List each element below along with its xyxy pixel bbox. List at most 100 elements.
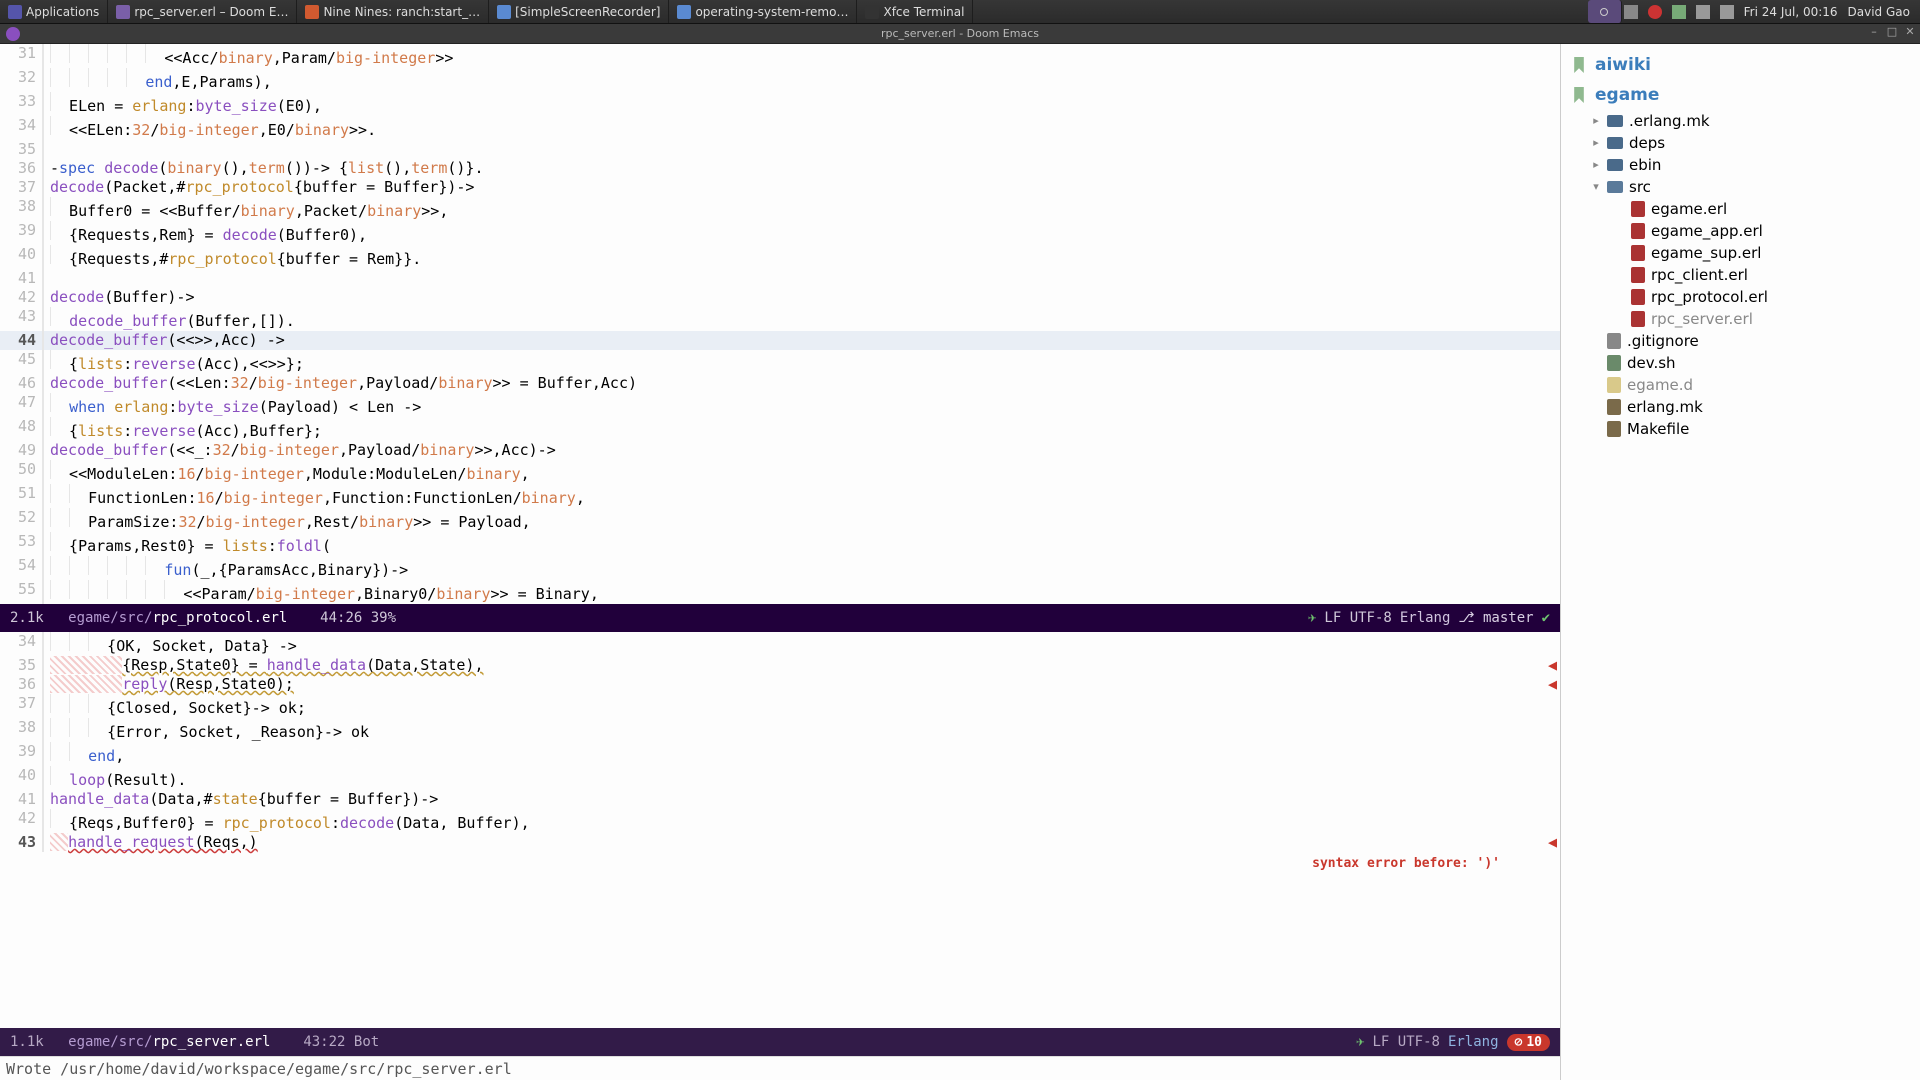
app-icon (497, 5, 511, 19)
tree-file[interactable]: rpc_protocol.erl (1569, 286, 1916, 308)
buffer-size: 1.1k (10, 1034, 44, 1050)
window-title: operating-system-remo… (695, 5, 848, 19)
file-icon (1607, 377, 1621, 393)
code-line[interactable]: 34 <<ELen:32/big-integer,E0/binary>>. (0, 116, 1560, 140)
code-line[interactable]: 42 {Reqs,Buffer0} = rpc_protocol:decode(… (0, 809, 1560, 833)
code-line[interactable]: 32 end,E,Params), (0, 68, 1560, 92)
flycheck-error-count[interactable]: ⊘ 10 (1507, 1034, 1550, 1051)
code-line[interactable]: 35 {Resp,State0} = handle_data(Data,Stat… (0, 656, 1560, 675)
maximize-button[interactable]: □ (1886, 26, 1898, 38)
tree-file[interactable]: egame.d (1569, 374, 1916, 396)
record-icon[interactable] (1648, 5, 1662, 19)
code-line[interactable]: 53 {Params,Rest0} = lists:foldl( (0, 532, 1560, 556)
tree-project-root[interactable]: aiwiki (1569, 50, 1916, 80)
code-line[interactable]: 37decode(Packet,#rpc_protocol{buffer = B… (0, 178, 1560, 197)
tree-label: erlang.mk (1627, 396, 1703, 418)
code-line[interactable]: 43 decode_buffer(Buffer,[]). (0, 307, 1560, 331)
buffer-rpc-server[interactable]: 34 {OK, Socket, Data} ->35 {Resp,State0}… (0, 632, 1560, 1056)
workspace-switcher[interactable] (1588, 0, 1622, 23)
applications-menu[interactable]: Applications (0, 0, 108, 23)
treemacs-sidebar[interactable]: aiwikiegame▸.erlang.mk▸deps▸ebin▾srcegam… (1560, 44, 1920, 1080)
code-line[interactable]: 35 (0, 140, 1560, 159)
code-line[interactable]: 50 <<ModuleLen:16/big-integer,Module:Mod… (0, 460, 1560, 484)
tree-file[interactable]: egame_app.erl (1569, 220, 1916, 242)
code-line[interactable]: 38 {Error, Socket, _Reason}-> ok (0, 718, 1560, 742)
window-title: rpc_server.erl – Doom E… (134, 5, 288, 19)
tree-file[interactable]: .gitignore (1569, 330, 1916, 352)
window-title: [SimpleScreenRecorder] (515, 5, 660, 19)
buffer-path: egame/src/rpc_server.erl (68, 1034, 270, 1050)
chevron-icon: ▸ (1591, 132, 1601, 154)
minimize-button[interactable]: – (1868, 26, 1880, 38)
file-icon (1607, 333, 1621, 349)
code-line[interactable]: 43 handle_request(Reqs,)◀ (0, 833, 1560, 852)
file-icon (1631, 245, 1645, 261)
tree-file[interactable]: egame.erl (1569, 198, 1916, 220)
code-line[interactable]: 31 <<Acc/binary,Param/big-integer>> (0, 44, 1560, 68)
code-line[interactable]: 44decode_buffer(<<>>,Acc) -> (0, 331, 1560, 350)
tree-folder[interactable]: ▾src (1569, 176, 1916, 198)
tree-label: dev.sh (1627, 352, 1676, 374)
tree-label: rpc_server.erl (1651, 308, 1753, 330)
tree-project-root[interactable]: egame (1569, 80, 1916, 110)
code-line[interactable]: 39 {Requests,Rem} = decode(Buffer0), (0, 221, 1560, 245)
bookmark-icon (1571, 87, 1587, 103)
tree-folder[interactable]: ▸ebin (1569, 154, 1916, 176)
minibuffer[interactable]: Wrote /usr/home/david/workspace/egame/sr… (0, 1056, 1560, 1080)
encoding: LF UTF-8 (1373, 1034, 1440, 1050)
taskbar-window-button[interactable]: operating-system-remo… (669, 0, 857, 23)
code-line[interactable]: 36-spec decode(binary(),term())-> {list(… (0, 159, 1560, 178)
code-line[interactable]: 47 when erlang:byte_size(Payload) < Len … (0, 393, 1560, 417)
code-line[interactable]: 38 Buffer0 = <<Buffer/binary,Packet/bina… (0, 197, 1560, 221)
buffer-rpc-protocol[interactable]: 31 <<Acc/binary,Param/big-integer>>32 en… (0, 44, 1560, 632)
code-line[interactable]: 45 {lists:reverse(Acc),<<>>}; (0, 350, 1560, 374)
taskbar-window-button[interactable]: Xfce Terminal (857, 0, 973, 23)
clock[interactable]: Fri 24 Jul, 00:16 (1744, 5, 1838, 19)
tree-file[interactable]: rpc_server.erl (1569, 308, 1916, 330)
buffer-path: egame/src/rpc_protocol.erl (68, 610, 287, 626)
code-line[interactable]: 42decode(Buffer)-> (0, 288, 1560, 307)
code-line[interactable]: 48 {lists:reverse(Acc),Buffer}; (0, 417, 1560, 441)
taskbar-window-button[interactable]: rpc_server.erl – Doom E… (108, 0, 297, 23)
tree-file[interactable]: rpc_client.erl (1569, 264, 1916, 286)
code-line[interactable]: 52 ParamSize:32/big-integer,Rest/binary>… (0, 508, 1560, 532)
code-line[interactable]: 33 ELen = erlang:byte_size(E0), (0, 92, 1560, 116)
network-icon[interactable] (1696, 5, 1710, 19)
code-line[interactable]: 36 reply(Resp,State0);◀ (0, 675, 1560, 694)
tree-file[interactable]: erlang.mk (1569, 396, 1916, 418)
code-line[interactable]: 51 FunctionLen:16/big-integer,Function:F… (0, 484, 1560, 508)
code-line[interactable]: 37 {Closed, Socket}-> ok; (0, 694, 1560, 718)
tree-file[interactable]: egame_sup.erl (1569, 242, 1916, 264)
app-icon (677, 5, 691, 19)
battery-icon[interactable] (1672, 5, 1686, 19)
tree-folder[interactable]: ▸.erlang.mk (1569, 110, 1916, 132)
code-line[interactable]: 46decode_buffer(<<Len:32/big-integer,Pay… (0, 374, 1560, 393)
major-mode: Erlang (1448, 1034, 1499, 1050)
code-line[interactable]: 39 end, (0, 742, 1560, 766)
keyboard-icon[interactable] (1624, 5, 1638, 19)
code-line[interactable]: 41 (0, 269, 1560, 288)
tree-label: .gitignore (1627, 330, 1699, 352)
tree-folder[interactable]: ▸deps (1569, 132, 1916, 154)
file-icon (1631, 289, 1645, 305)
file-icon (1607, 399, 1621, 415)
tree-label: egame_app.erl (1651, 220, 1763, 242)
folder-icon (1607, 159, 1623, 171)
user-name[interactable]: David Gao (1848, 5, 1910, 19)
close-button[interactable]: ✕ (1904, 26, 1916, 38)
code-line[interactable]: 55 <<Param/big-integer,Binary0/binary>> … (0, 580, 1560, 604)
code-line[interactable]: 41handle_data(Data,#state{buffer = Buffe… (0, 790, 1560, 809)
tree-label: rpc_protocol.erl (1651, 286, 1768, 308)
app-icon (116, 5, 130, 19)
code-line[interactable]: 40 {Requests,#rpc_protocol{buffer = Rem}… (0, 245, 1560, 269)
tree-file[interactable]: dev.sh (1569, 352, 1916, 374)
tree-file[interactable]: Makefile (1569, 418, 1916, 440)
git-branch: ⎇ master (1458, 610, 1533, 626)
code-line[interactable]: 49decode_buffer(<<_:32/big-integer,Paylo… (0, 441, 1560, 460)
taskbar-window-button[interactable]: [SimpleScreenRecorder] (489, 0, 669, 23)
taskbar-window-button[interactable]: Nine Nines: ranch:start_… (297, 0, 489, 23)
code-line[interactable]: 34 {OK, Socket, Data} -> (0, 632, 1560, 656)
code-line[interactable]: 54 fun(_,{ParamsAcc,Binary})-> (0, 556, 1560, 580)
volume-icon[interactable] (1720, 5, 1734, 19)
code-line[interactable]: 40 loop(Result). (0, 766, 1560, 790)
